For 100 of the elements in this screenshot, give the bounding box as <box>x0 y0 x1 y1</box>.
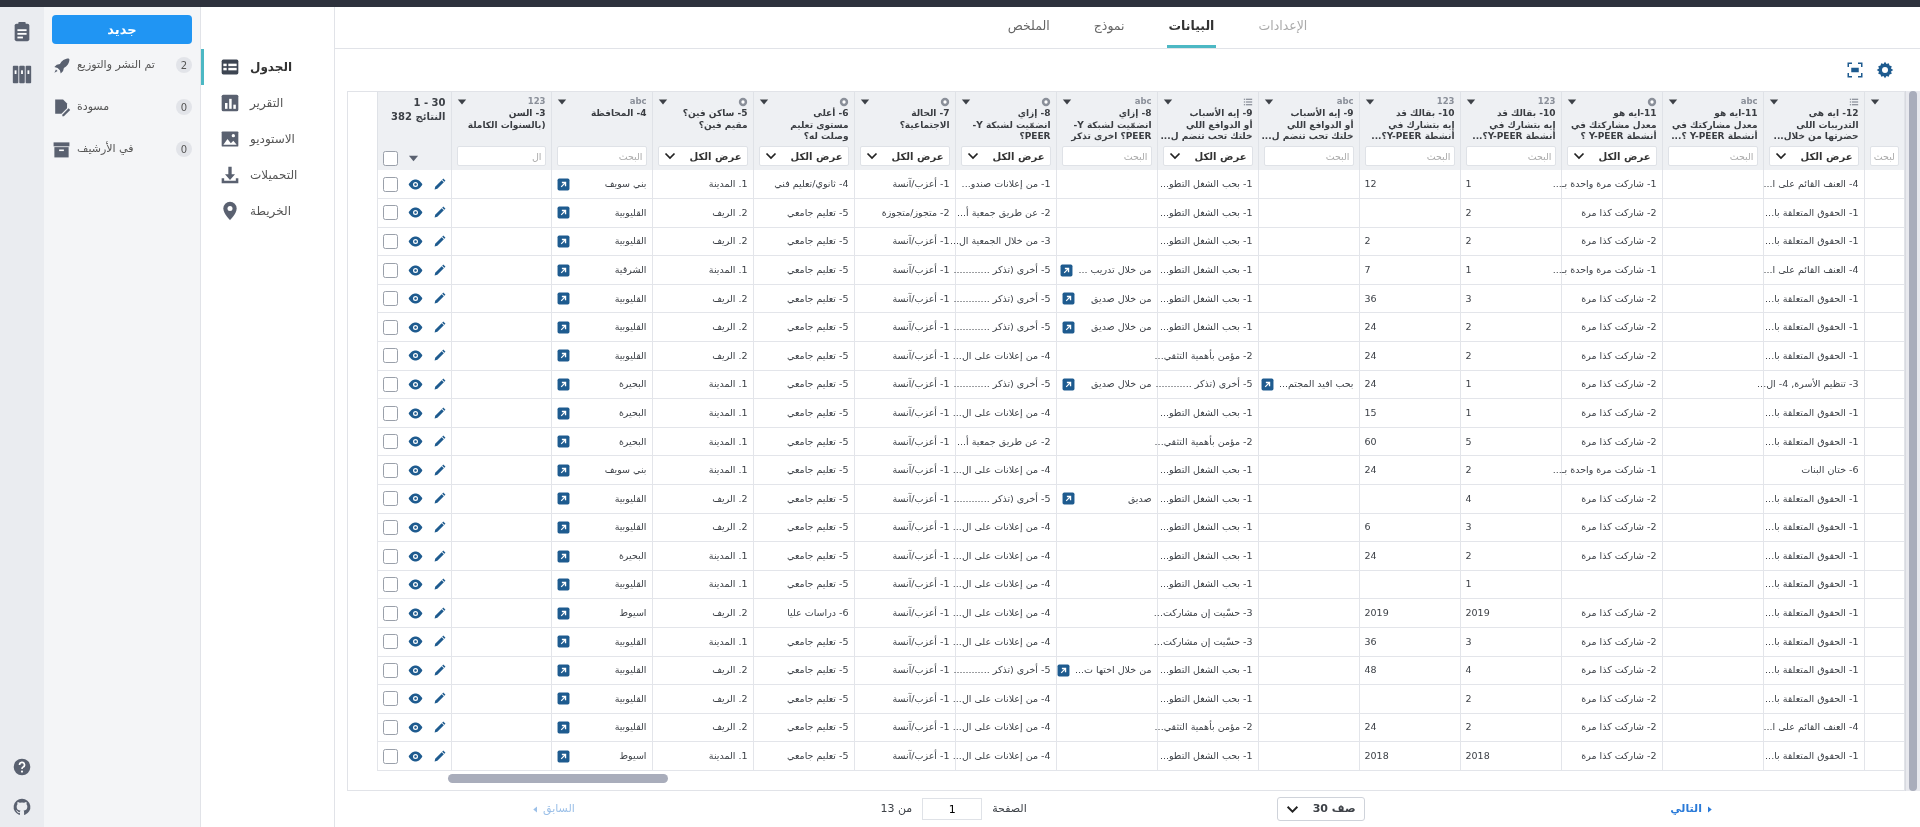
view-icon[interactable] <box>407 691 423 707</box>
page-field[interactable]: 1 <box>922 798 983 820</box>
expand-icon[interactable] <box>1260 377 1274 391</box>
filter-select[interactable]: عرض الكل <box>960 146 1051 166</box>
expand-icon[interactable] <box>1060 263 1074 277</box>
row-checkbox[interactable] <box>382 234 398 249</box>
filter-select[interactable]: عرض الكل <box>657 146 748 166</box>
edit-icon[interactable] <box>432 749 446 763</box>
tab[interactable]: نموذج <box>1091 7 1127 48</box>
nav-item[interactable]: التحميلات <box>201 157 334 193</box>
expand-icon[interactable] <box>556 463 570 477</box>
row-checkbox[interactable] <box>382 519 398 535</box>
search-field[interactable]: البحث <box>1667 146 1758 166</box>
edit-icon[interactable] <box>432 263 446 277</box>
search-field[interactable]: البحث <box>1061 146 1152 166</box>
expand-icon[interactable] <box>556 177 570 191</box>
view-icon[interactable] <box>407 205 423 221</box>
expand-icon[interactable] <box>556 663 570 677</box>
nav-item[interactable]: التقرير <box>201 85 334 121</box>
view-icon[interactable] <box>407 234 423 249</box>
search-field[interactable]: البحث <box>1364 146 1455 166</box>
edit-icon[interactable] <box>432 520 446 534</box>
row-checkbox[interactable] <box>382 605 398 621</box>
search-field[interactable]: البحث <box>556 146 647 166</box>
search-field[interactable]: ال <box>456 146 546 166</box>
vertical-scrollbar[interactable] <box>1909 91 1917 791</box>
filter-select[interactable]: عرض الكل <box>1162 146 1253 166</box>
row-checkbox[interactable] <box>382 291 398 307</box>
horizontal-scrollbar[interactable] <box>448 773 668 783</box>
edit-icon[interactable] <box>432 492 446 506</box>
nav-item[interactable]: الجدول <box>201 49 334 85</box>
row-checkbox[interactable] <box>382 634 398 650</box>
edit-icon[interactable] <box>432 377 446 391</box>
expand-icon[interactable] <box>556 749 570 763</box>
tab[interactable]: البيانات <box>1166 7 1217 48</box>
edit-icon[interactable] <box>432 663 446 677</box>
edit-icon[interactable] <box>432 292 446 306</box>
expand-icon[interactable] <box>556 292 570 306</box>
search-field[interactable]: لبحث <box>1869 146 1899 166</box>
edit-icon[interactable] <box>432 692 446 706</box>
edit-icon[interactable] <box>432 721 446 735</box>
expand-icon[interactable] <box>556 320 570 334</box>
filter-select[interactable]: عرض الكل <box>1768 146 1859 166</box>
edit-icon[interactable] <box>432 549 446 563</box>
expand-icon[interactable] <box>556 377 570 391</box>
sidebar-item[interactable]: تم النشر والتوزيع <box>77 56 155 74</box>
search-field[interactable]: البحث <box>1465 146 1556 166</box>
expand-icon[interactable] <box>556 263 570 277</box>
edit-icon[interactable] <box>432 463 446 477</box>
filter-select[interactable]: عرض الكل <box>758 146 849 166</box>
library-icon[interactable] <box>11 63 33 85</box>
row-checkbox[interactable] <box>382 262 398 278</box>
view-icon[interactable] <box>407 291 423 307</box>
view-icon[interactable] <box>407 348 423 364</box>
view-icon[interactable] <box>407 720 423 736</box>
caret-icon[interactable] <box>407 153 419 164</box>
row-checkbox[interactable] <box>382 348 398 364</box>
sidebar-item[interactable]: في الأرشيف <box>77 140 134 158</box>
row-checkbox[interactable] <box>382 548 398 564</box>
expand-icon[interactable] <box>556 492 570 506</box>
expand-icon[interactable] <box>556 606 570 620</box>
tab[interactable]: الملخص <box>1005 7 1052 48</box>
view-icon[interactable] <box>407 491 423 507</box>
edit-icon[interactable] <box>432 406 446 420</box>
filter-select[interactable]: عرض الكل <box>859 146 950 166</box>
row-checkbox[interactable] <box>382 720 398 736</box>
row-checkbox[interactable] <box>382 748 398 764</box>
edit-icon[interactable] <box>432 320 446 334</box>
row-checkbox[interactable] <box>382 376 398 392</box>
expand-icon[interactable] <box>556 235 570 248</box>
expand-icon[interactable] <box>556 549 570 563</box>
edit-icon[interactable] <box>432 435 446 449</box>
rows-per-page-select[interactable]: صف 30 <box>1276 797 1365 821</box>
expand-icon[interactable] <box>556 349 570 363</box>
expand-icon[interactable] <box>1061 492 1075 506</box>
nav-item[interactable]: الخريطة <box>201 193 334 229</box>
settings-icon[interactable] <box>1876 61 1894 79</box>
fullscreen-icon[interactable] <box>1846 61 1864 79</box>
edit-icon[interactable] <box>432 635 446 649</box>
view-icon[interactable] <box>407 577 423 593</box>
expand-icon[interactable] <box>556 435 570 449</box>
row-checkbox[interactable] <box>382 462 398 478</box>
view-icon[interactable] <box>407 434 423 450</box>
nav-item[interactable]: الاستوديو <box>201 121 334 157</box>
help-icon[interactable] <box>12 757 32 777</box>
expand-icon[interactable] <box>556 692 570 706</box>
github-icon[interactable] <box>12 797 32 817</box>
edit-icon[interactable] <box>432 578 446 592</box>
expand-icon[interactable] <box>1061 377 1075 391</box>
row-checkbox[interactable] <box>382 691 398 707</box>
row-checkbox[interactable] <box>382 405 398 421</box>
select-all-checkbox[interactable] <box>382 151 398 166</box>
expand-icon[interactable] <box>1057 663 1070 677</box>
search-field[interactable]: البحث <box>1263 146 1354 166</box>
row-checkbox[interactable] <box>382 319 398 335</box>
row-checkbox[interactable] <box>382 577 398 593</box>
expand-icon[interactable] <box>1061 320 1075 334</box>
expand-icon[interactable] <box>556 406 570 420</box>
sidebar-item[interactable]: مسودة <box>77 98 110 116</box>
filter-select[interactable]: عرض الكل <box>1566 146 1657 166</box>
